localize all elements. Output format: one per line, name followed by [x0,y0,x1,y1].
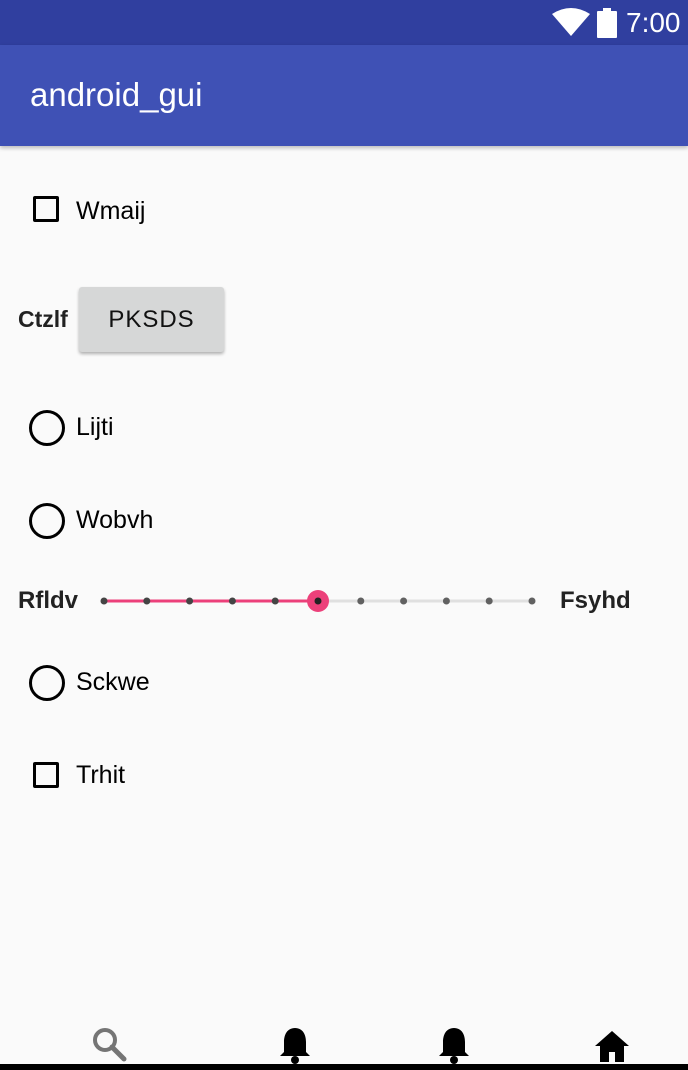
home-icon[interactable] [592,1025,632,1065]
slider-end-label: Fsyhd [560,587,631,614]
search-icon[interactable] [90,1025,130,1065]
wifi-icon [552,8,590,36]
checkbox-box[interactable] [33,762,59,788]
radio-label: Wobvh [76,506,154,534]
checkbox-label: Wmaij [76,197,146,225]
radio-circle[interactable] [29,503,65,539]
radio-circle[interactable] [29,410,65,446]
slider-tick [186,597,194,605]
checkbox-label: Trhit [76,761,126,789]
app-title: android_gui [30,76,203,113]
radio-circle[interactable] [29,665,65,701]
slider-tick [271,597,279,605]
slider-tick [400,597,408,605]
slider-start-label: Rfldv [18,587,78,614]
slider-tick [100,597,108,605]
bottom-navigation [0,1015,688,1070]
app-bar: android_gui [0,45,688,146]
slider-tick [357,597,365,605]
radio-label: Lijti [76,413,114,441]
battery-icon [597,8,617,38]
radio-label: Sckwe [76,668,150,696]
slider-tick [442,597,450,605]
discrete-seekbar[interactable] [98,585,538,617]
slider-tick [485,597,493,605]
slider-tick [228,597,236,605]
status-time: 7:00 [626,7,681,38]
checkbox-box[interactable] [33,196,59,222]
bottom-edge [0,1064,688,1070]
slider-tick [528,597,536,605]
pksds-button[interactable]: PKSDS [79,287,224,352]
status-bar: 7:00 [0,0,688,45]
bell-icon[interactable] [434,1025,474,1065]
button-row-label: Ctzlf [18,306,68,332]
bell-icon[interactable] [275,1025,315,1065]
slider-tick [143,597,151,605]
